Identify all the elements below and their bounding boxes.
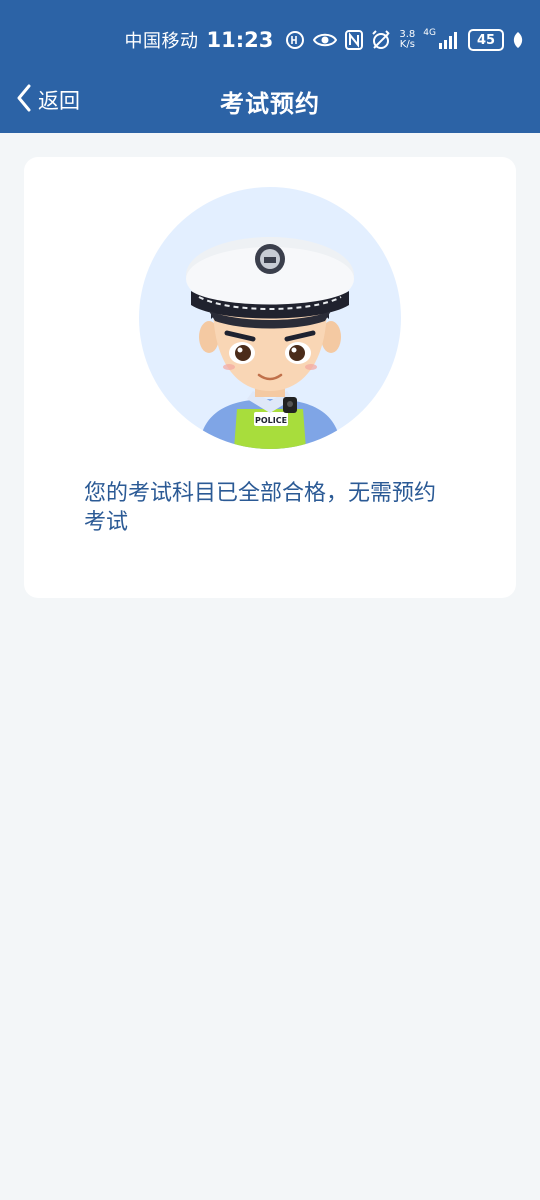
net-speed-unit: K/s [399, 39, 415, 50]
signal-icon: 4G [423, 28, 460, 52]
navigation-bar: 返回 考试预约 [0, 72, 540, 128]
clock-time: 11:23 [206, 28, 274, 52]
net-speed: 3.8 K/s [399, 30, 415, 50]
leaf-icon [512, 28, 524, 52]
battery-icon: 45 [468, 29, 504, 51]
network-type: 4G [423, 28, 436, 38]
police-avatar: POLICE [139, 187, 401, 449]
result-message: 您的考试科目已全部合格，无需预约考试 [84, 481, 437, 535]
battery-level: 45 [476, 32, 496, 48]
alarm-icon [371, 28, 391, 52]
hd-icon [285, 28, 305, 52]
status-bar: 中国移动 11:23 3.8 K/s 4G 45 [0, 18, 540, 62]
avatar-badge-text: POLICE [255, 416, 287, 425]
nfc-icon [345, 28, 364, 52]
eye-icon [313, 28, 338, 52]
carrier-label: 中国移动 [124, 31, 199, 52]
app-header: 中国移动 11:23 3.8 K/s 4G 45 返回 考试预约 [0, 0, 540, 133]
result-card: POLICE 您的考试科目已全部合格，无需预约考试 [24, 157, 516, 598]
page-title: 考试预约 [220, 90, 320, 118]
